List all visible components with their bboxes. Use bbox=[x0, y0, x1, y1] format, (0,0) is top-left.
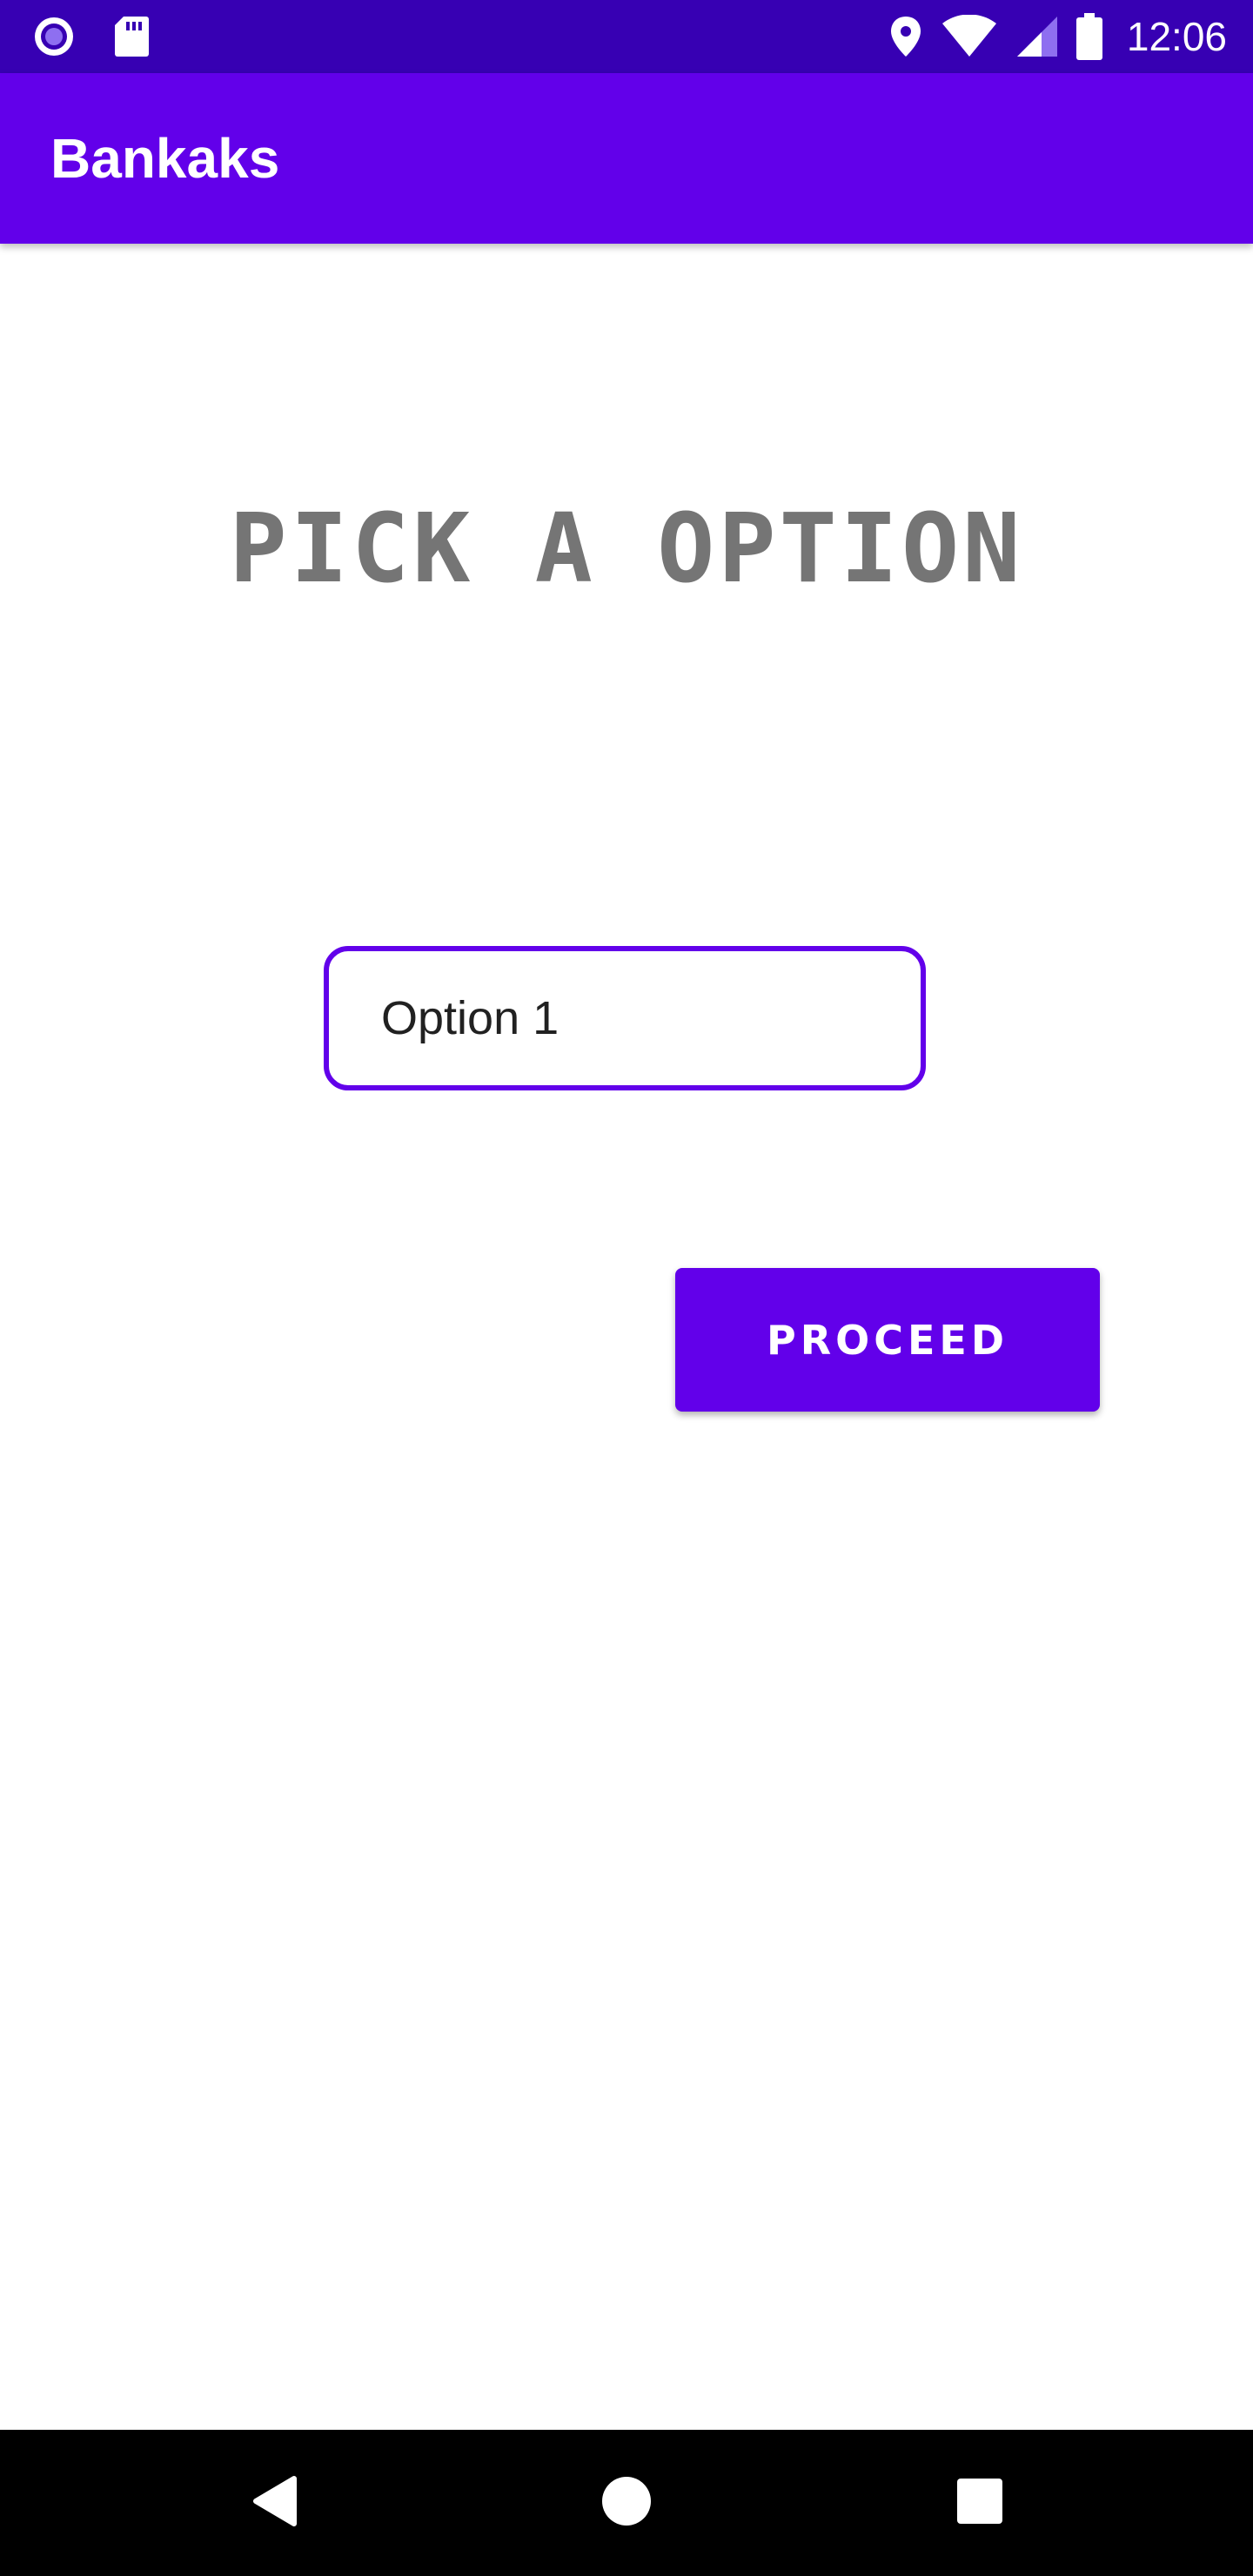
wifi-icon bbox=[941, 15, 998, 58]
signal-icon bbox=[1015, 15, 1059, 58]
status-left bbox=[31, 0, 150, 73]
battery-icon bbox=[1075, 13, 1102, 60]
home-button[interactable] bbox=[566, 2430, 687, 2576]
screen: 12:06 Bankaks PICK A OPTION Option 1 PRO… bbox=[0, 0, 1253, 2576]
back-icon bbox=[251, 2475, 299, 2532]
proceed-button[interactable]: PROCEED bbox=[675, 1268, 1100, 1412]
notification-icon bbox=[31, 14, 77, 59]
recents-button[interactable] bbox=[919, 2430, 1041, 2576]
option-field[interactable]: Option 1 bbox=[324, 946, 926, 1090]
location-icon bbox=[888, 15, 923, 58]
app-title: Bankaks bbox=[50, 127, 280, 190]
proceed-button-label: PROCEED bbox=[766, 1316, 1009, 1364]
app-bar: Bankaks bbox=[0, 73, 1253, 244]
status-bar: 12:06 bbox=[0, 0, 1253, 73]
back-button[interactable] bbox=[214, 2430, 336, 2576]
sd-card-icon bbox=[113, 15, 150, 58]
option-field-value: Option 1 bbox=[381, 992, 559, 1044]
navigation-bar bbox=[0, 2430, 1253, 2576]
page-heading: PICK A OPTION bbox=[229, 493, 1024, 604]
status-right: 12:06 bbox=[888, 0, 1227, 73]
status-clock: 12:06 bbox=[1126, 14, 1227, 59]
home-icon bbox=[601, 2476, 652, 2531]
recents-icon bbox=[956, 2478, 1003, 2529]
